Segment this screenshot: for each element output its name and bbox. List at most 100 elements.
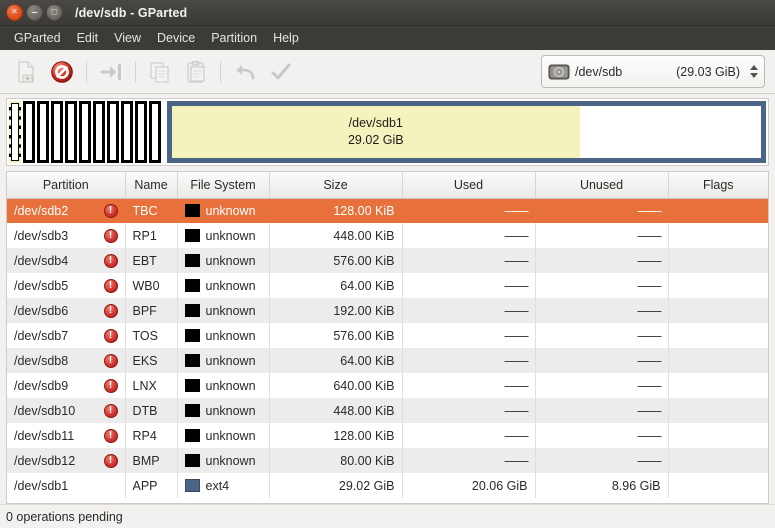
- graphic-partition-small[interactable]: [9, 101, 21, 163]
- column-header-name[interactable]: Name: [125, 172, 178, 199]
- graphic-partition-small-fill: [68, 104, 74, 160]
- copy-button[interactable]: [142, 55, 178, 89]
- column-header-partition[interactable]: Partition: [7, 172, 126, 199]
- cell-flags: [668, 273, 768, 298]
- empty-value-dash: ——: [637, 278, 662, 293]
- graphic-partition-small[interactable]: [51, 101, 63, 163]
- graphic-partition-small[interactable]: [65, 101, 77, 163]
- menu-edit[interactable]: Edit: [69, 28, 107, 48]
- table-row[interactable]: /dev/sdb11! RP4 unknown 128.00 KiB —— ——: [7, 423, 768, 448]
- empty-value-dash: ——: [504, 303, 529, 318]
- cell-used: ——: [402, 223, 536, 248]
- device-selector[interactable]: /dev/sdb (29.03 GiB): [541, 55, 765, 88]
- table-row[interactable]: /dev/sdb10! DTB unknown 448.00 KiB —— ——: [7, 398, 768, 423]
- menu-device[interactable]: Device: [149, 28, 203, 48]
- cell-unused: ——: [535, 373, 669, 398]
- cell-name: RP1: [125, 223, 178, 248]
- copy-icon: [150, 61, 169, 83]
- cell-name: EKS: [125, 348, 178, 373]
- graphic-partition-small[interactable]: [135, 101, 147, 163]
- filesystem-color-swatch: [184, 329, 200, 342]
- undo-button[interactable]: [227, 55, 263, 89]
- device-spinner[interactable]: [748, 65, 760, 78]
- table-row[interactable]: /dev/sdb4! EBT unknown 576.00 KiB —— ——: [7, 248, 768, 273]
- cell-name: BPF: [125, 298, 178, 323]
- cell-size: 29.02 GiB: [269, 473, 403, 498]
- cell-partition: /dev/sdb2!: [7, 198, 126, 223]
- chevron-down-icon[interactable]: [750, 73, 758, 78]
- column-header-size[interactable]: Size: [269, 172, 403, 199]
- partition-path: /dev/sdb1: [14, 478, 69, 493]
- statusbar: 0 operations pending: [0, 504, 775, 528]
- cell-unused: ——: [535, 273, 669, 298]
- cell-size: 128.00 KiB: [269, 198, 403, 223]
- cell-name: RP4: [125, 423, 178, 448]
- graphic-partition-small[interactable]: [79, 101, 91, 163]
- table-row[interactable]: /dev/sdb8! EKS unknown 64.00 KiB —— ——: [7, 348, 768, 373]
- cell-file-system: unknown: [177, 273, 270, 298]
- minimize-button[interactable]: −: [26, 4, 43, 21]
- column-header-flags[interactable]: Flags: [668, 172, 768, 199]
- resize-move-button[interactable]: [93, 55, 129, 89]
- cell-name: LNX: [125, 373, 178, 398]
- column-header-file-system[interactable]: File System: [177, 172, 270, 199]
- menu-gparted[interactable]: GParted: [6, 28, 69, 48]
- paste-icon: [187, 60, 205, 83]
- graphic-partition-small[interactable]: [149, 101, 161, 163]
- empty-value-dash: ——: [637, 453, 662, 468]
- close-button[interactable]: ×: [6, 4, 23, 21]
- column-header-used[interactable]: Used: [402, 172, 536, 199]
- partition-path: /dev/sdb9: [14, 378, 69, 393]
- empty-value-dash: ——: [637, 328, 662, 343]
- graphic-partition-small[interactable]: [93, 101, 105, 163]
- menu-view[interactable]: View: [106, 28, 149, 48]
- empty-value-dash: ——: [504, 253, 529, 268]
- cell-name: WB0: [125, 273, 178, 298]
- table-row[interactable]: /dev/sdb7! TOS unknown 576.00 KiB —— ——: [7, 323, 768, 348]
- pending-operations-text: 0 operations pending: [6, 509, 123, 524]
- filesystem-label: unknown: [205, 253, 256, 268]
- table-row[interactable]: /dev/sdb12! BMP unknown 80.00 KiB —— ——: [7, 448, 768, 473]
- graphic-partition-small[interactable]: [23, 101, 35, 163]
- table-row[interactable]: /dev/sdb1 APP ext4 29.02 GiB 20.06 GiB 8.96 G…: [7, 473, 768, 498]
- graphic-partition-small[interactable]: [107, 101, 119, 163]
- partition-path: /dev/sdb4: [14, 253, 69, 268]
- delete-partition-button[interactable]: [44, 55, 80, 89]
- table-row[interactable]: /dev/sdb2! TBC unknown 128.00 KiB —— ——: [7, 198, 768, 223]
- warning-icon: !: [103, 328, 118, 343]
- partition-path: /dev/sdb8: [14, 353, 69, 368]
- chevron-up-icon[interactable]: [750, 65, 758, 70]
- apply-button[interactable]: [263, 55, 299, 89]
- cell-used: ——: [402, 348, 536, 373]
- maximize-button[interactable]: □: [46, 4, 63, 21]
- graphic-partition-small-fill: [138, 104, 144, 160]
- cell-file-system: unknown: [177, 348, 270, 373]
- filesystem-label: unknown: [205, 303, 256, 318]
- empty-value-dash: ——: [504, 403, 529, 418]
- graphic-partition-sdb1[interactable]: /dev/sdb1 29.02 GiB: [167, 101, 766, 163]
- paste-button[interactable]: [178, 55, 214, 89]
- partition-table-container[interactable]: Partition Name File System Size Used Unu…: [6, 171, 769, 504]
- cell-file-system: unknown: [177, 448, 270, 473]
- toolbar-separator-3: [220, 60, 221, 83]
- filesystem-label: unknown: [205, 203, 256, 218]
- graphic-partition-label: /dev/sdb1: [348, 116, 403, 131]
- cell-partition: /dev/sdb1: [7, 473, 126, 498]
- cell-flags: [668, 248, 768, 273]
- column-header-unused[interactable]: Unused: [535, 172, 669, 199]
- new-partition-button[interactable]: [8, 55, 44, 89]
- graphic-partition-small[interactable]: [121, 101, 133, 163]
- graphic-partition-small-fill: [82, 104, 88, 160]
- menu-partition[interactable]: Partition: [203, 28, 265, 48]
- menu-help[interactable]: Help: [265, 28, 307, 48]
- filesystem-label: unknown: [205, 278, 256, 293]
- table-row[interactable]: /dev/sdb6! BPF unknown 192.00 KiB —— ——: [7, 298, 768, 323]
- partition-graphic[interactable]: /dev/sdb1 29.02 GiB: [6, 98, 769, 166]
- filesystem-color-swatch: [184, 254, 200, 267]
- graphic-partition-small[interactable]: [37, 101, 49, 163]
- cell-used: ——: [402, 423, 536, 448]
- partition-path: /dev/sdb5: [14, 278, 69, 293]
- table-row[interactable]: /dev/sdb3! RP1 unknown 448.00 KiB —— ——: [7, 223, 768, 248]
- table-row[interactable]: /dev/sdb9! LNX unknown 640.00 KiB —— ——: [7, 373, 768, 398]
- table-row[interactable]: /dev/sdb5! WB0 unknown 64.00 KiB —— ——: [7, 273, 768, 298]
